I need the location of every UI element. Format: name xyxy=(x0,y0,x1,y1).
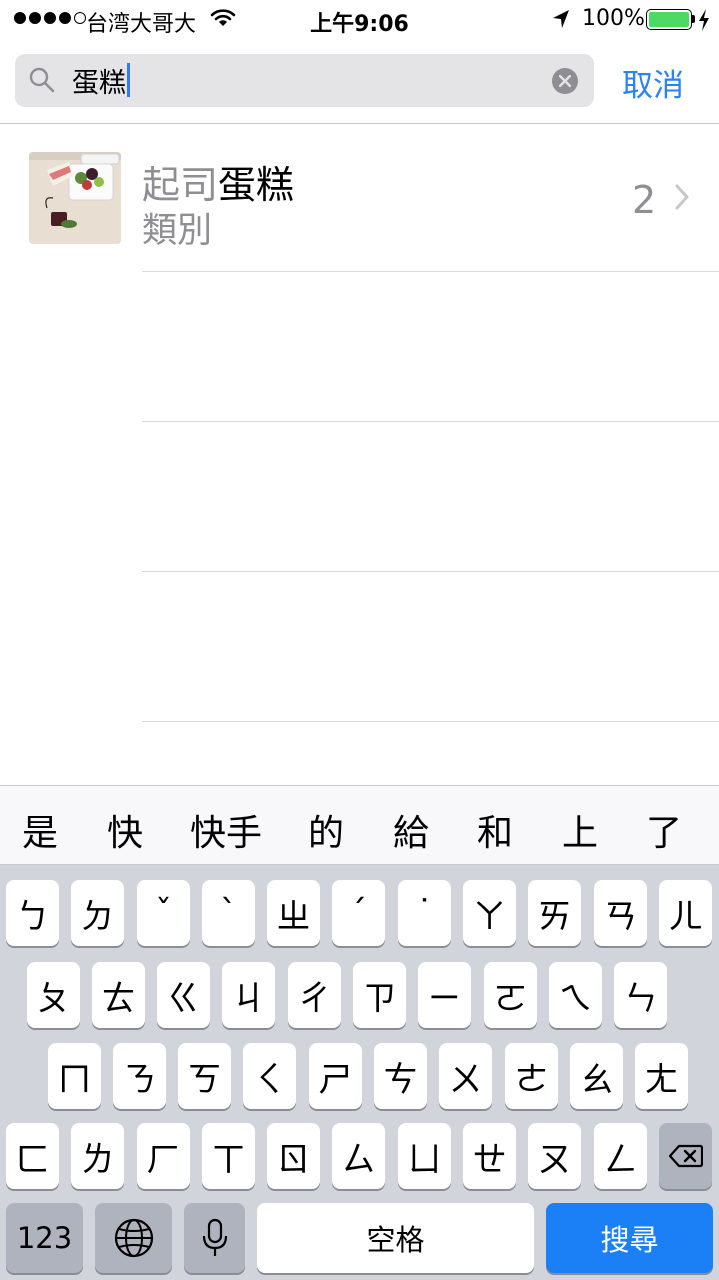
candidate-item[interactable]: 的 xyxy=(308,804,344,856)
numbers-key[interactable]: 123 xyxy=(6,1203,83,1273)
key-zhuyin[interactable]: ㄔ xyxy=(288,962,341,1028)
key-zhuyin[interactable]: ㄕ xyxy=(309,1043,362,1109)
backspace-icon xyxy=(668,1144,703,1168)
location-arrow-icon xyxy=(552,9,570,35)
result-title-highlight: 蛋糕 xyxy=(218,163,295,207)
battery-fill xyxy=(649,12,689,27)
search-query-text: 蛋糕 xyxy=(72,67,126,99)
key-zhuyin[interactable]: ㄙ xyxy=(332,1123,385,1189)
result-thumbnail xyxy=(29,152,121,244)
delete-key[interactable] xyxy=(659,1123,712,1189)
candidate-item[interactable]: 和 xyxy=(477,804,513,856)
key-zhuyin[interactable]: ㄘ xyxy=(374,1043,427,1109)
candidate-item[interactable]: 快手 xyxy=(190,804,262,856)
key-zhuyin[interactable]: ㄇ xyxy=(48,1043,101,1109)
key-zhuyin[interactable]: ㄨ xyxy=(439,1043,492,1109)
key-zhuyin[interactable]: ㄗ xyxy=(353,962,406,1028)
candidate-item[interactable]: 是 xyxy=(22,804,58,856)
space-key[interactable]: 空格 xyxy=(257,1203,534,1273)
key-zhuyin[interactable]: ㄅ xyxy=(6,880,59,946)
result-count: 2 xyxy=(632,178,657,222)
clear-search-button[interactable] xyxy=(552,68,578,94)
battery-tip xyxy=(692,15,695,23)
clear-icon xyxy=(559,75,571,87)
text-cursor xyxy=(127,63,130,97)
key-zhuyin[interactable]: ㄜ xyxy=(505,1043,558,1109)
candidate-item[interactable]: 給 xyxy=(393,804,429,856)
key-zhuyin[interactable]: ㄢ xyxy=(594,880,647,946)
battery-percent: 100% xyxy=(582,6,645,31)
key-zhuyin[interactable]: ㄩ xyxy=(398,1123,451,1189)
row-separator xyxy=(142,421,719,422)
key-zhuyin[interactable]: ㄣ xyxy=(614,962,667,1028)
cancel-button[interactable]: 取消 xyxy=(622,60,684,105)
search-icon xyxy=(29,67,55,97)
key-zhuyin[interactable]: ㄐ xyxy=(222,962,275,1028)
search-input[interactable]: 蛋糕 xyxy=(72,63,130,99)
key-zhuyin[interactable]: ㄆ xyxy=(27,962,80,1028)
key-zhuyin[interactable]: ㄎ xyxy=(178,1043,231,1109)
key-zhuyin[interactable]: ㄛ xyxy=(484,962,537,1028)
key-zhuyin[interactable]: ㄈ xyxy=(6,1123,59,1189)
battery-icon xyxy=(646,9,692,30)
result-title: 起司蛋糕 xyxy=(142,154,294,209)
key-zhuyin[interactable]: ㄉ xyxy=(71,880,124,946)
key-zhuyin[interactable]: ㄝ xyxy=(463,1123,516,1189)
candidate-item[interactable]: 了 xyxy=(646,804,682,856)
candidate-bar: 是 快 快手 的 給 和 上 了 xyxy=(0,785,719,865)
key-tone[interactable]: ˇ xyxy=(137,880,190,946)
key-zhuyin[interactable]: ㄓ xyxy=(267,880,320,946)
search-key[interactable]: 搜尋 xyxy=(546,1203,713,1273)
zhuyin-keyboard: 是 快 快手 的 給 和 上 了 ㄅ ㄉ ˇ ˋ ㄓ ˊ ˙ ㄚ ㄞ ㄢ ㄦ ㄆ… xyxy=(0,785,719,1280)
row-separator xyxy=(142,271,719,272)
globe-key[interactable] xyxy=(95,1203,172,1273)
key-zhuyin[interactable]: ㄚ xyxy=(463,880,516,946)
charging-bolt-icon xyxy=(698,9,710,37)
key-zhuyin[interactable]: ㄑ xyxy=(243,1043,296,1109)
key-zhuyin[interactable]: ㄞ xyxy=(528,880,581,946)
result-subtitle: 類別 xyxy=(142,211,213,251)
microphone-icon xyxy=(202,1218,227,1256)
chevron-right-icon xyxy=(674,184,690,214)
key-zhuyin[interactable]: ㄏ xyxy=(137,1123,190,1189)
key-zhuyin[interactable]: ㄊ xyxy=(92,962,145,1028)
status-bar: 台湾大哥大 上午9:06 100% xyxy=(0,0,719,40)
row-separator xyxy=(142,721,719,722)
key-zhuyin[interactable]: ㄋ xyxy=(113,1043,166,1109)
key-zhuyin[interactable]: ㄍ xyxy=(157,962,210,1028)
candidate-item[interactable]: 快 xyxy=(107,804,143,856)
row-separator xyxy=(142,571,719,572)
key-zhuyin[interactable]: ㄌ xyxy=(71,1123,124,1189)
globe-icon xyxy=(114,1218,153,1258)
key-tone[interactable]: ˊ xyxy=(332,880,385,946)
key-tone[interactable]: ˋ xyxy=(202,880,255,946)
key-zhuyin[interactable]: ㄦ xyxy=(659,880,712,946)
search-field[interactable]: 蛋糕 xyxy=(15,54,594,107)
key-zhuyin[interactable]: ㄒ xyxy=(202,1123,255,1189)
key-zhuyin[interactable]: ㄠ xyxy=(570,1043,623,1109)
key-tone[interactable]: ˙ xyxy=(398,880,451,946)
key-zhuyin[interactable]: ㄥ xyxy=(594,1123,647,1189)
key-zhuyin[interactable]: ㄤ xyxy=(635,1043,688,1109)
search-result-row[interactable]: 起司蛋糕 類別 2 xyxy=(0,124,719,272)
dictation-key[interactable] xyxy=(184,1203,245,1273)
key-zhuyin[interactable]: ㄧ xyxy=(418,962,471,1028)
result-title-prefix: 起司 xyxy=(142,163,219,207)
candidate-item[interactable]: 上 xyxy=(562,804,598,856)
key-zhuyin[interactable]: ㄖ xyxy=(267,1123,320,1189)
search-bar: 蛋糕 取消 xyxy=(0,40,719,124)
key-zhuyin[interactable]: ㄡ xyxy=(528,1123,581,1189)
key-zhuyin[interactable]: ㄟ xyxy=(549,962,602,1028)
